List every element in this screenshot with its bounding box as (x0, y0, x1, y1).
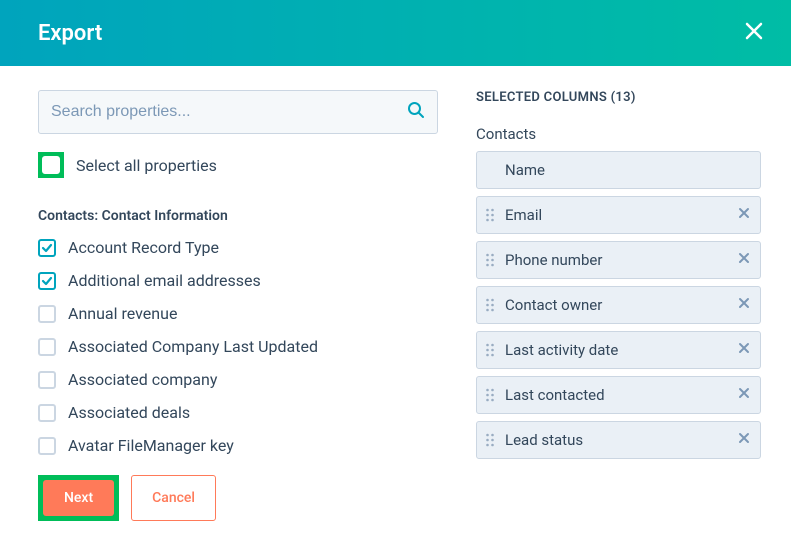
selected-column-chip[interactable]: Phone number (476, 241, 761, 279)
close-icon[interactable] (745, 22, 763, 45)
search-icon[interactable] (407, 101, 425, 123)
search-container (38, 90, 438, 134)
drag-handle-icon[interactable] (485, 207, 495, 223)
remove-column-icon[interactable] (738, 342, 750, 358)
select-all-label: Select all properties (76, 156, 217, 175)
selected-column-chip[interactable]: Contact owner (476, 286, 761, 324)
selected-column-label: Name (505, 161, 750, 179)
selected-column-chip[interactable]: Last contacted (476, 376, 761, 414)
selected-column-chip[interactable]: Lead status (476, 421, 761, 459)
selected-column-label: Lead status (505, 431, 728, 449)
drag-handle-icon[interactable] (485, 387, 495, 403)
property-label: Additional email addresses (68, 271, 261, 290)
property-label: Associated Company Last Updated (68, 337, 318, 356)
section-title: Contacts: Contact Information (38, 208, 438, 224)
next-button-highlight: Next (38, 475, 119, 521)
property-checkbox[interactable] (38, 239, 56, 257)
modal-title: Export (38, 21, 102, 46)
search-input[interactable] (51, 103, 407, 121)
drag-handle-icon[interactable] (485, 432, 495, 448)
selected-column-chip[interactable]: Name (476, 151, 761, 189)
remove-column-icon[interactable] (738, 297, 750, 313)
cancel-button[interactable]: Cancel (131, 475, 216, 521)
property-label: Associated deals (68, 403, 190, 422)
selected-column-label: Phone number (505, 251, 728, 269)
remove-column-icon[interactable] (738, 387, 750, 403)
drag-handle-icon[interactable] (485, 252, 495, 268)
property-checkbox[interactable] (38, 338, 56, 356)
next-button[interactable]: Next (43, 480, 114, 516)
drag-handle-icon[interactable] (485, 342, 495, 358)
property-checkbox[interactable] (38, 371, 56, 389)
selected-column-chip[interactable]: Last activity date (476, 331, 761, 369)
selected-column-label: Last contacted (505, 386, 728, 404)
selected-column-chip[interactable]: Email (476, 196, 761, 234)
selected-group-label: Contacts (476, 125, 761, 143)
remove-column-icon[interactable] (738, 207, 750, 223)
modal-header: Export (0, 0, 791, 66)
remove-column-icon[interactable] (738, 432, 750, 448)
select-all-highlight (38, 152, 64, 178)
selected-column-label: Email (505, 206, 728, 224)
property-checkbox[interactable] (38, 272, 56, 290)
property-checkbox[interactable] (38, 437, 56, 455)
remove-column-icon[interactable] (738, 252, 750, 268)
property-label: Account Record Type (68, 238, 219, 257)
property-checkbox[interactable] (38, 404, 56, 422)
select-all-checkbox[interactable] (42, 156, 60, 174)
selected-column-label: Last activity date (505, 341, 728, 359)
selected-columns-title: SELECTED COLUMNS (13) (476, 90, 761, 105)
property-label: Annual revenue (68, 304, 177, 323)
property-checkbox[interactable] (38, 305, 56, 323)
drag-handle-icon[interactable] (485, 297, 495, 313)
selected-column-label: Contact owner (505, 296, 728, 314)
property-label: Avatar FileManager key (68, 436, 234, 455)
property-label: Associated company (68, 370, 217, 389)
